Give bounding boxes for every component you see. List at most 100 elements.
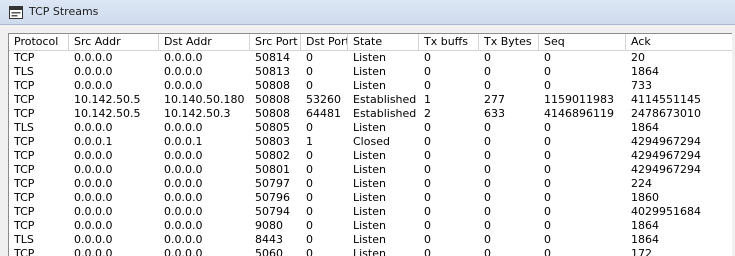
cell-tx-buffs: 0 [424, 177, 431, 190]
cell-src-addr: 0.0.0.0 [74, 191, 113, 204]
column-header-row: Protocol Src Addr Dst Addr Src Port Dst … [9, 34, 732, 51]
cell-src-addr: 0.0.0.0 [74, 247, 113, 256]
cell-tx-bytes: 0 [484, 135, 491, 148]
table-row[interactable]: TLS 0.0.0.0 0.0.0.0 50805 0 Listen 0 0 0 1864 [9, 121, 732, 135]
cell-src-addr: 0.0.0.0 [74, 177, 113, 190]
cell-tx-buffs: 0 [424, 79, 431, 92]
cell-tx-buffs: 2 [424, 107, 431, 120]
cell-tx-bytes: 633 [484, 107, 505, 120]
cell-protocol: TCP [14, 51, 35, 64]
table-row[interactable]: TCP 0.0.0.0 0.0.0.0 50794 0 Listen 0 0 0 40299516… [9, 205, 732, 219]
cell-ack: 4294967294 [631, 149, 701, 162]
cell-tx-buffs: 0 [424, 121, 431, 134]
cell-tx-bytes: 0 [484, 219, 491, 232]
column-header-src-addr[interactable]: Src Addr [69, 34, 159, 50]
cell-ack: 4294967294 [631, 163, 701, 176]
table-row[interactable]: TCP 10.142.50.5 10.142.50.3 50808 64481 Estab… [9, 107, 732, 121]
column-header-dst-port[interactable]: Dst Port [301, 34, 348, 50]
cell-dst-addr: 0.0.0.0 [164, 65, 203, 78]
cell-dst-addr: 0.0.0.0 [164, 205, 203, 218]
cell-state: Listen [353, 79, 386, 92]
cell-src-addr: 0.0.0.0 [74, 163, 113, 176]
cell-state: Listen [353, 247, 386, 256]
cell-src-port: 50797 [255, 177, 290, 190]
cell-tx-buffs: 0 [424, 247, 431, 256]
table-row[interactable]: TCP 0.0.0.0 0.0.0.0 50802 0 Listen 0 0 0 42949672… [9, 149, 732, 163]
cell-dst-port: 0 [306, 219, 313, 232]
cell-seq: 0 [544, 121, 551, 134]
cell-dst-port: 0 [306, 149, 313, 162]
window-title: TCP Streams [29, 5, 99, 18]
title-bar: TCP Streams [0, 0, 735, 25]
cell-seq: 1159011983 [544, 93, 614, 106]
cell-protocol: TCP [14, 177, 35, 190]
cell-src-addr: 0.0.0.1 [74, 135, 113, 148]
column-header-src-port[interactable]: Src Port [250, 34, 301, 50]
cell-src-addr: 0.0.0.0 [74, 65, 113, 78]
table-row[interactable]: TCP 0.0.0.0 0.0.0.0 9080 0 Listen 0 0 0 1864 [9, 219, 732, 233]
cell-ack: 172 [631, 247, 652, 256]
cell-src-port: 50794 [255, 205, 290, 218]
cell-protocol: TLS [14, 65, 34, 78]
cell-src-port: 50814 [255, 51, 290, 64]
cell-tx-buffs: 0 [424, 219, 431, 232]
cell-src-port: 50801 [255, 163, 290, 176]
cell-dst-port: 0 [306, 65, 313, 78]
cell-protocol: TLS [14, 121, 34, 134]
cell-seq: 0 [544, 135, 551, 148]
table-row[interactable]: TCP 10.142.50.5 10.140.50.180 50808 53260 Est… [9, 93, 732, 107]
cell-tx-bytes: 0 [484, 191, 491, 204]
cell-protocol: TCP [14, 93, 35, 106]
cell-seq: 0 [544, 65, 551, 78]
cell-ack: 2478673010 [631, 107, 701, 120]
cell-src-addr: 0.0.0.0 [74, 233, 113, 246]
column-header-dst-addr[interactable]: Dst Addr [159, 34, 250, 50]
column-header-tx-bytes[interactable]: Tx Bytes [479, 34, 539, 50]
cell-tx-buffs: 0 [424, 163, 431, 176]
cell-ack: 224 [631, 177, 652, 190]
cell-state: Listen [353, 205, 386, 218]
cell-src-port: 50805 [255, 121, 290, 134]
cell-ack: 1864 [631, 233, 659, 246]
table-row[interactable]: TCP 0.0.0.0 0.0.0.0 50814 0 Listen 0 0 0 20 [9, 51, 732, 65]
table-row[interactable]: TCP 0.0.0.0 0.0.0.0 50801 0 Listen 0 0 0 42949672… [9, 163, 732, 177]
table-row[interactable]: TCP 0.0.0.0 0.0.0.0 50797 0 Listen 0 0 0 224 [9, 177, 732, 191]
column-header-tx-buffs[interactable]: Tx buffs [419, 34, 479, 50]
table-row[interactable]: TLS 0.0.0.0 0.0.0.0 50813 0 Listen 0 0 0 1864 [9, 65, 732, 79]
cell-tx-bytes: 0 [484, 233, 491, 246]
table-row[interactable]: TLS 0.0.0.0 0.0.0.0 8443 0 Listen 0 0 0 1864 [9, 233, 732, 247]
cell-ack: 4294967294 [631, 135, 701, 148]
table-row[interactable]: TCP 0.0.0.0 0.0.0.0 5060 0 Listen 0 0 0 172 [9, 247, 732, 256]
cell-src-addr: 0.0.0.0 [74, 79, 113, 92]
table-row[interactable]: TCP 0.0.0.0 0.0.0.0 50796 0 Listen 0 0 0 1860 [9, 191, 732, 205]
table-row[interactable]: TCP 0.0.0.1 0.0.0.1 50803 1 Closed 0 0 0 42949672… [9, 135, 732, 149]
cell-state: Listen [353, 219, 386, 232]
cell-tx-buffs: 0 [424, 233, 431, 246]
cell-ack: 20 [631, 51, 645, 64]
column-header-seq[interactable]: Seq [539, 34, 626, 50]
cell-src-addr: 0.0.0.0 [74, 121, 113, 134]
column-header-protocol[interactable]: Protocol [9, 34, 69, 50]
cell-src-port: 50796 [255, 191, 290, 204]
cell-dst-port: 0 [306, 205, 313, 218]
column-header-state[interactable]: State [348, 34, 419, 50]
cell-dst-port: 0 [306, 247, 313, 256]
cell-dst-addr: 0.0.0.0 [164, 163, 203, 176]
cell-seq: 0 [544, 191, 551, 204]
column-header-ack[interactable]: Ack [626, 34, 732, 50]
cell-tx-bytes: 0 [484, 51, 491, 64]
cell-state: Listen [353, 121, 386, 134]
cell-protocol: TCP [14, 205, 35, 218]
table-row[interactable]: TCP 0.0.0.0 0.0.0.0 50808 0 Listen 0 0 0 733 [9, 79, 732, 93]
cell-ack: 1864 [631, 121, 659, 134]
cell-tx-bytes: 0 [484, 247, 491, 256]
cell-tx-buffs: 1 [424, 93, 431, 106]
cell-tx-bytes: 0 [484, 163, 491, 176]
cell-seq: 0 [544, 163, 551, 176]
streams-list[interactable]: Protocol Src Addr Dst Addr Src Port Dst … [8, 33, 732, 256]
cell-state: Listen [353, 177, 386, 190]
cell-src-addr: 0.0.0.0 [74, 205, 113, 218]
cell-dst-addr: 0.0.0.0 [164, 177, 203, 190]
cell-dst-addr: 0.0.0.1 [164, 135, 203, 148]
cell-tx-buffs: 0 [424, 149, 431, 162]
